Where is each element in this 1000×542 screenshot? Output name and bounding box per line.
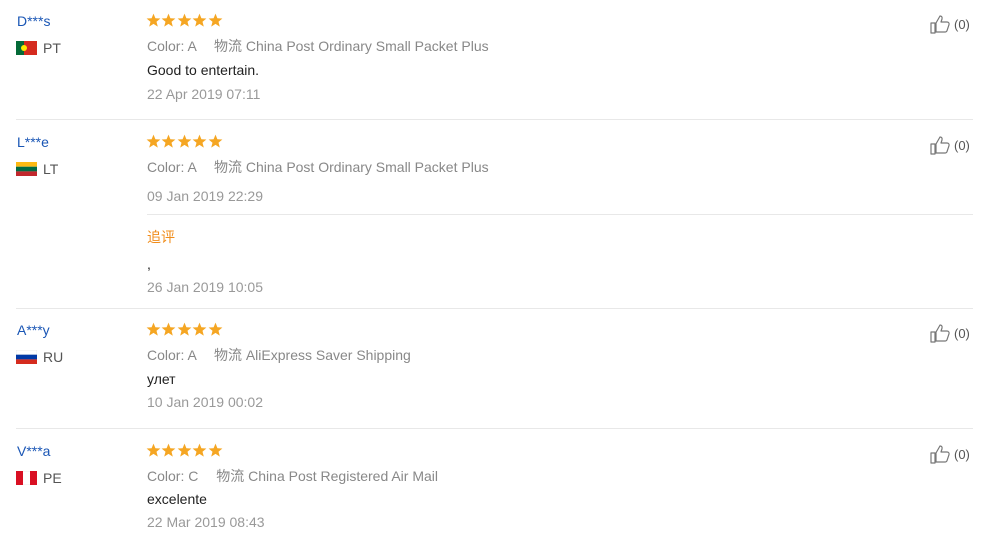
color-label: Color: <box>147 159 185 175</box>
helpful-count: (0) <box>954 325 970 341</box>
flag-pe-icon <box>16 471 37 485</box>
review-text: улет <box>147 371 176 387</box>
review-date: 22 Mar 2019 08:43 <box>147 514 265 530</box>
star-icon <box>161 13 176 27</box>
color-value: C <box>188 468 199 484</box>
star-icon <box>177 134 192 148</box>
star-icon <box>192 13 207 27</box>
star-icon <box>177 322 192 336</box>
star-icon <box>146 13 161 27</box>
reviewer-name[interactable]: A***y <box>17 322 50 338</box>
helpful-button[interactable]: (0) <box>929 444 970 464</box>
color-label: Color: <box>147 38 185 54</box>
review-meta: Color: A 物流 China Post Ordinary Small Pa… <box>147 36 489 56</box>
star-icon <box>192 134 207 148</box>
followup-text: , <box>147 256 151 272</box>
review-meta: Color: A 物流 AliExpress Saver Shipping <box>147 345 411 365</box>
country-code: PE <box>43 470 62 486</box>
country-code: RU <box>43 349 64 365</box>
star-icon <box>146 443 161 457</box>
star-icon <box>192 443 207 457</box>
reviewer-country: RU <box>16 349 63 365</box>
thumbs-up-icon <box>930 15 950 34</box>
color-value: A <box>187 38 197 54</box>
country-code: LT <box>43 161 59 177</box>
review-divider <box>16 428 973 429</box>
shipping-label: 物流 <box>213 347 242 363</box>
reviewer-name[interactable]: V***a <box>17 443 50 459</box>
shipping-value: China Post Registered Air Mail <box>248 468 439 484</box>
star-icon <box>161 134 176 148</box>
star-icon <box>208 322 222 336</box>
helpful-count: (0) <box>954 16 970 32</box>
reviewer-name[interactable]: D***s <box>17 13 50 29</box>
followup-label: 追评 <box>147 229 175 245</box>
star-icon <box>208 443 222 457</box>
star-icon <box>208 13 222 27</box>
reviewer-country: PE <box>16 470 62 486</box>
helpful-count: (0) <box>954 137 970 153</box>
rating-stars <box>146 134 223 152</box>
review-meta: Color: A 物流 China Post Ordinary Small Pa… <box>147 157 489 177</box>
helpful-button[interactable]: (0) <box>929 14 970 34</box>
review-date: 22 Apr 2019 07:11 <box>147 86 261 102</box>
reviewer-country: PT <box>16 40 61 56</box>
review-divider <box>16 119 973 120</box>
review-divider <box>16 308 973 309</box>
helpful-button[interactable]: (0) <box>929 323 970 343</box>
followup-divider <box>147 214 973 215</box>
shipping-value: China Post Ordinary Small Packet Plus <box>245 38 489 54</box>
color-value: A <box>187 347 197 363</box>
star-icon <box>161 443 176 457</box>
shipping-label: 物流 <box>213 38 242 54</box>
shipping-label: 物流 <box>216 468 245 484</box>
thumbs-up-icon <box>930 445 950 464</box>
review-meta: Color: C 物流 China Post Registered Air Ma… <box>147 466 438 486</box>
flag-lt-icon <box>16 162 37 176</box>
star-icon <box>146 322 161 336</box>
reviewer-name[interactable]: L***e <box>17 134 49 150</box>
star-icon <box>192 322 207 336</box>
star-icon <box>146 134 161 148</box>
shipping-value: China Post Ordinary Small Packet Plus <box>245 159 489 175</box>
reviewer-country: LT <box>16 161 58 177</box>
country-code: PT <box>43 40 61 56</box>
flag-ru-icon <box>16 350 37 364</box>
review-text: excelente <box>147 491 207 507</box>
review-date: 09 Jan 2019 22:29 <box>147 188 263 204</box>
star-icon <box>177 13 192 27</box>
review-text: Good to entertain. <box>147 62 260 78</box>
star-icon <box>177 443 192 457</box>
star-icon <box>208 134 222 148</box>
rating-stars <box>146 322 223 340</box>
followup-date: 26 Jan 2019 10:05 <box>147 279 263 295</box>
thumbs-up-icon <box>930 136 950 155</box>
thumbs-up-icon <box>930 324 950 343</box>
star-icon <box>161 322 176 336</box>
helpful-button[interactable]: (0) <box>929 135 970 155</box>
shipping-label: 物流 <box>213 159 242 175</box>
rating-stars <box>146 13 223 31</box>
color-value: A <box>187 159 197 175</box>
helpful-count: (0) <box>954 446 970 462</box>
review-date: 10 Jan 2019 00:02 <box>147 394 263 410</box>
color-label: Color: <box>147 347 185 363</box>
rating-stars <box>146 443 223 461</box>
color-label: Color: <box>147 468 185 484</box>
shipping-value: AliExpress Saver Shipping <box>245 347 411 363</box>
flag-pt-icon <box>16 41 37 55</box>
